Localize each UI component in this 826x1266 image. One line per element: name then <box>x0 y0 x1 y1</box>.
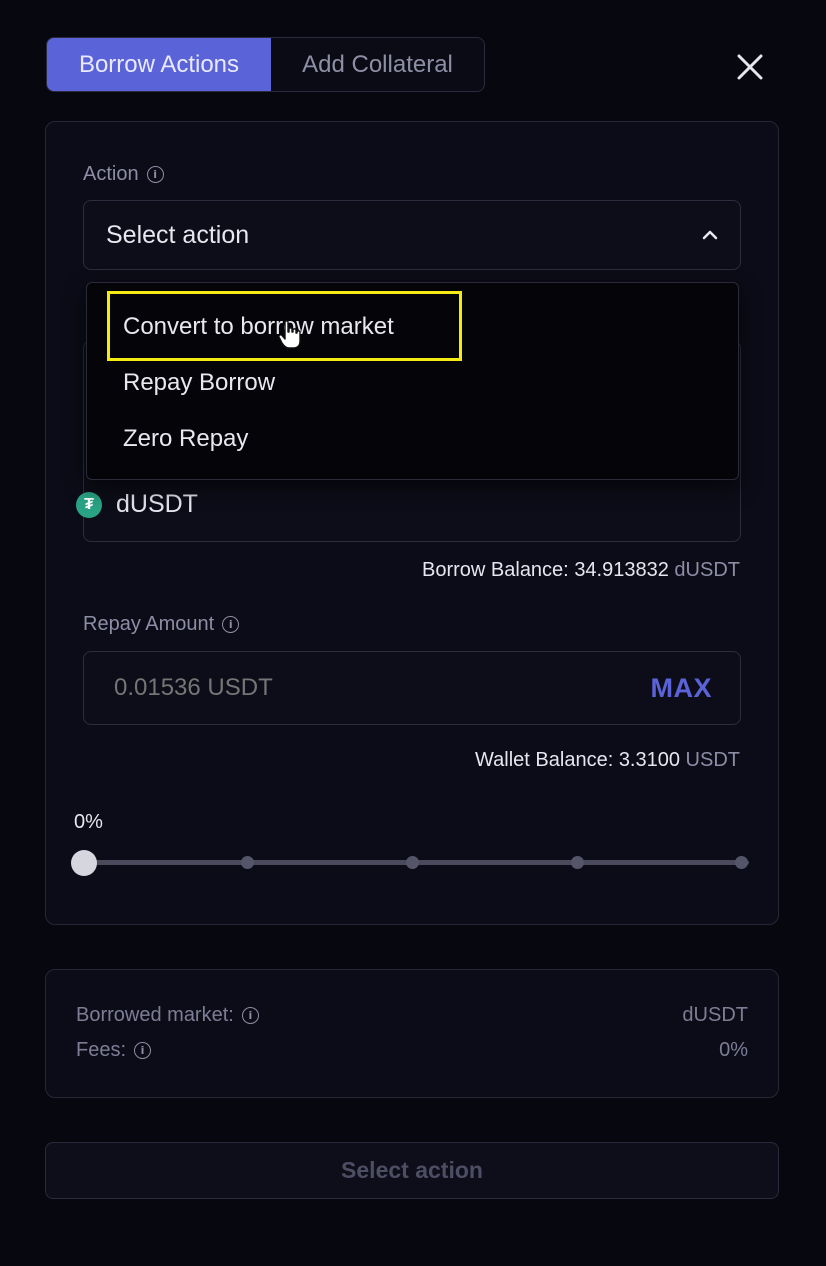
wallet-balance-value: 3.3100 <box>618 749 680 771</box>
borrow-balance-unit: dUSDT <box>674 559 740 581</box>
summary-card: Borrowed market: i dUSDT Fees: i 0% <box>45 969 779 1098</box>
market-token: ₮ dUSDT <box>76 490 198 519</box>
fees-row: Fees: i 0% <box>76 1039 748 1062</box>
fees-value: 0% <box>719 1039 748 1061</box>
percent-slider[interactable] <box>71 848 755 878</box>
slider-thumb[interactable] <box>71 850 97 876</box>
slider-stop-50[interactable] <box>406 856 419 869</box>
info-icon[interactable]: i <box>241 1007 259 1024</box>
menu-item-convert-to-borrow-market[interactable]: Convert to borrow market <box>123 313 394 341</box>
action-select[interactable]: Select action <box>83 200 741 270</box>
repay-amount-label: Repay Amount i <box>83 613 240 636</box>
fees-label-text: Fees: <box>76 1039 127 1061</box>
repay-amount-input[interactable] <box>114 674 514 702</box>
borrowed-market-label: Borrowed market: i <box>76 1004 259 1027</box>
chevron-up-icon <box>702 230 718 240</box>
slider-stop-100[interactable] <box>735 856 748 869</box>
wallet-balance-label: Wallet Balance: <box>475 749 614 771</box>
action-card: Action i Select action ₮ dUSDT Borrow Ba… <box>45 121 779 925</box>
hand-cursor-icon <box>278 320 301 349</box>
max-button[interactable]: MAX <box>651 673 713 704</box>
action-select-value: Select action <box>106 220 250 249</box>
borrowed-market-row: Borrowed market: i dUSDT <box>76 1004 748 1027</box>
menu-item-zero-repay[interactable]: Zero Repay <box>123 425 248 453</box>
tab-bar: Borrow Actions Add Collateral <box>46 37 485 92</box>
market-token-label: dUSDT <box>116 490 198 518</box>
tab-borrow-actions[interactable]: Borrow Actions <box>47 38 271 91</box>
borrowed-market-label-text: Borrowed market: <box>76 1004 234 1026</box>
fees-label: Fees: i <box>76 1039 152 1062</box>
info-icon[interactable]: i <box>134 1042 152 1059</box>
wallet-balance-unit: USDT <box>685 749 740 771</box>
repay-amount-label-text: Repay Amount <box>83 613 215 635</box>
wallet-balance: Wallet Balance: 3.3100 USDT <box>475 749 740 772</box>
borrow-modal: Borrow Actions Add Collateral Action i S… <box>0 0 826 1266</box>
info-icon[interactable]: i <box>146 166 164 183</box>
action-dropdown-menu: Convert to borrow market Repay Borrow Ze… <box>86 282 739 480</box>
borrow-balance-label: Borrow Balance: <box>422 559 569 581</box>
tab-add-collateral[interactable]: Add Collateral <box>271 38 484 91</box>
action-label-text: Action <box>83 163 139 185</box>
tether-icon: ₮ <box>76 491 102 518</box>
submit-button[interactable]: Select action <box>45 1142 779 1199</box>
borrow-balance: Borrow Balance: 34.913832 dUSDT <box>422 559 740 582</box>
repay-amount-field[interactable]: MAX <box>83 651 741 725</box>
action-label: Action i <box>83 163 164 186</box>
slider-percent-label: 0% <box>74 811 103 833</box>
close-icon <box>737 54 763 80</box>
borrow-balance-value: 34.913832 <box>574 559 669 581</box>
close-button[interactable] <box>730 47 770 87</box>
borrowed-market-value: dUSDT <box>682 1004 748 1026</box>
menu-item-repay-borrow[interactable]: Repay Borrow <box>123 369 275 397</box>
slider-stop-25[interactable] <box>241 856 254 869</box>
slider-stop-75[interactable] <box>571 856 584 869</box>
info-icon[interactable]: i <box>222 616 240 633</box>
